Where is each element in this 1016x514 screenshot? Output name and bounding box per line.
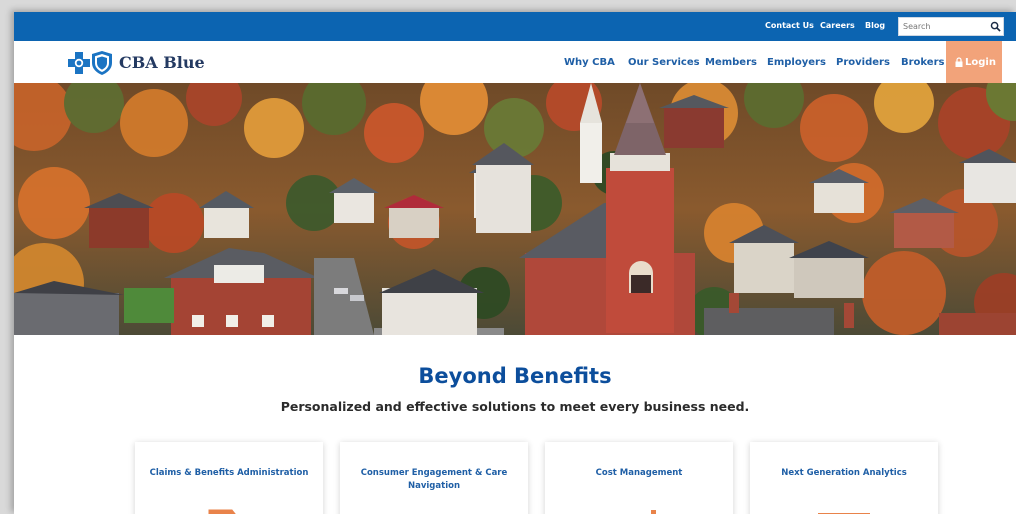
logo[interactable]: CBA Blue	[68, 50, 205, 76]
nav-item-our-services[interactable]: Our Services	[628, 57, 700, 68]
nav-item-employers[interactable]: Employers	[767, 57, 826, 68]
nav-item-providers[interactable]: Providers	[836, 57, 890, 68]
card-title: Cost Management	[595, 468, 683, 478]
section-title: Beyond Benefits	[418, 364, 612, 388]
contact-us-link[interactable]: Contact Us	[765, 21, 814, 30]
blue-cross-icon	[68, 52, 90, 74]
blue-shield-icon	[92, 51, 112, 75]
hero-image	[14, 83, 1016, 335]
main-navigation: CBA Blue Why CBA Our Services Members Em…	[14, 41, 1016, 83]
search-input[interactable]	[899, 18, 991, 35]
arrow-icon	[208, 509, 236, 514]
search-icon[interactable]	[990, 21, 1001, 32]
careers-link[interactable]: Careers	[820, 21, 855, 30]
service-card-consumer-engagement[interactable]: Consumer Engagement & Care Navigation	[340, 442, 528, 514]
nav-item-why-cba[interactable]: Why CBA	[564, 57, 615, 68]
navigation-icon	[404, 508, 464, 514]
analytics-icon	[818, 513, 870, 514]
lock-icon	[955, 57, 963, 67]
nav-item-members[interactable]: Members	[705, 57, 757, 68]
card-title: Claims & Benefits Administration	[149, 468, 309, 478]
service-card-claims[interactable]: Claims & Benefits Administration	[135, 442, 323, 514]
search-box	[898, 17, 1004, 36]
card-title: Consumer Engagement & Care Navigation	[360, 468, 508, 491]
utility-bar: Contact Us Careers Blog	[14, 12, 1016, 41]
service-card-analytics[interactable]: Next Generation Analytics	[750, 442, 938, 514]
login-label: Login	[965, 57, 996, 68]
card-title: Next Generation Analytics	[781, 468, 907, 478]
nav-item-brokers[interactable]: Brokers	[901, 57, 944, 68]
browser-page: Contact Us Careers Blog CBA Blu	[14, 12, 1016, 514]
chart-icon	[651, 510, 656, 514]
section-subtitle: Personalized and effective solutions to …	[280, 399, 750, 414]
service-card-cost-management[interactable]: Cost Management	[545, 442, 733, 514]
blog-link[interactable]: Blog	[865, 21, 885, 30]
login-button[interactable]: Login	[946, 41, 1002, 83]
brand-name: CBA Blue	[119, 53, 205, 72]
